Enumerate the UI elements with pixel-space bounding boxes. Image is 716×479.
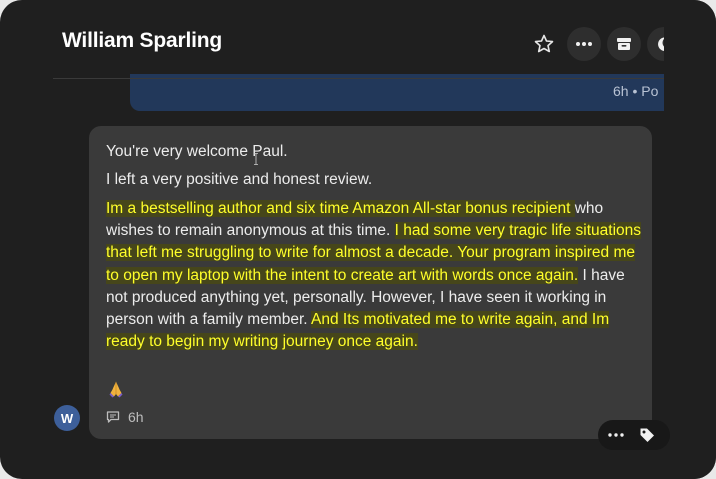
conversation-header: William Sparling [0, 0, 716, 78]
app-window: William Sparling 6h • Po You're very wel… [0, 0, 716, 479]
message-meta: 6h [106, 409, 144, 425]
comment-icon [106, 411, 120, 423]
message-more-button[interactable] [604, 423, 628, 447]
right-edge-mask [664, 0, 716, 479]
header-divider [53, 78, 664, 79]
avatar[interactable]: W [54, 405, 80, 431]
more-icon [576, 42, 592, 46]
previous-message-bubble[interactable] [130, 74, 690, 111]
contact-name: William Sparling [62, 29, 222, 52]
more-icon [608, 433, 624, 437]
previous-message-meta: 6h • Po [613, 83, 659, 99]
more-options-button[interactable] [567, 27, 601, 61]
text-cursor-icon [254, 153, 258, 165]
tag-button[interactable] [635, 423, 659, 447]
message-time: 6h [128, 409, 144, 425]
folded-hands-icon [109, 381, 123, 398]
archive-icon [617, 38, 631, 50]
tag-icon [640, 428, 654, 442]
star-icon[interactable] [532, 32, 556, 56]
message-line-2: I left a very positive and honest review… [106, 171, 373, 188]
message-actions [598, 420, 670, 450]
highlighted-text: Im a bestselling author and six time Ama… [106, 200, 575, 217]
archive-button[interactable] [607, 27, 641, 61]
message-body: Im a bestselling author and six time Ama… [106, 198, 646, 353]
message-line-1: You're very welcome Paul. [106, 143, 288, 160]
